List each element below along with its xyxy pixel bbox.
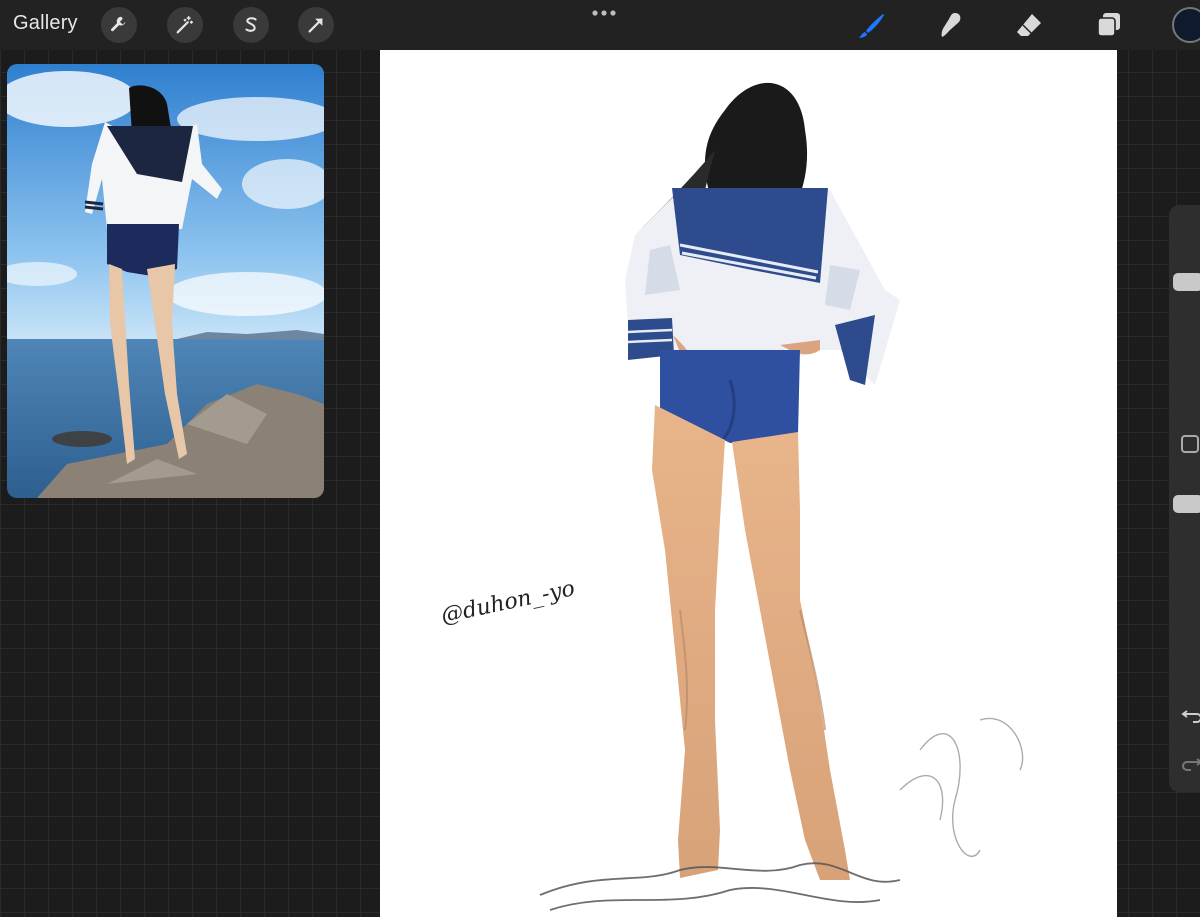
opacity-slider[interactable] xyxy=(1173,495,1200,513)
brush-size-slider[interactable] xyxy=(1173,273,1200,291)
adjustments-button[interactable] xyxy=(167,7,203,43)
layers-tool[interactable] xyxy=(1092,8,1126,42)
redo-icon[interactable] xyxy=(1181,751,1200,773)
modify-button[interactable] xyxy=(1181,435,1199,453)
drawing-canvas[interactable]: @duhon_-yo xyxy=(380,50,1117,917)
actions-button[interactable] xyxy=(101,7,137,43)
reference-image xyxy=(7,64,324,498)
more-options-icon[interactable] xyxy=(591,8,617,18)
brush-icon xyxy=(859,14,884,38)
artwork xyxy=(539,82,1024,911)
reference-photo[interactable] xyxy=(7,64,324,498)
selection-button[interactable] xyxy=(233,7,269,43)
gallery-button[interactable]: Gallery xyxy=(13,12,78,35)
transform-arrow-icon xyxy=(308,18,323,33)
undo-icon[interactable] xyxy=(1181,703,1200,725)
brush-tool[interactable] xyxy=(855,8,889,42)
wrench-icon xyxy=(110,16,126,32)
layers-icon xyxy=(1097,13,1120,37)
right-sidebar xyxy=(1169,205,1200,792)
selection-s-icon xyxy=(245,17,257,32)
top-toolbar: Gallery xyxy=(0,0,1200,50)
eraser-icon xyxy=(1017,14,1041,36)
color-picker-button[interactable] xyxy=(1172,7,1200,43)
smudge-icon xyxy=(941,13,961,37)
eraser-tool[interactable] xyxy=(1012,8,1046,42)
transform-button[interactable] xyxy=(298,7,334,43)
smudge-tool[interactable] xyxy=(933,8,967,42)
magic-wand-icon xyxy=(176,16,194,34)
